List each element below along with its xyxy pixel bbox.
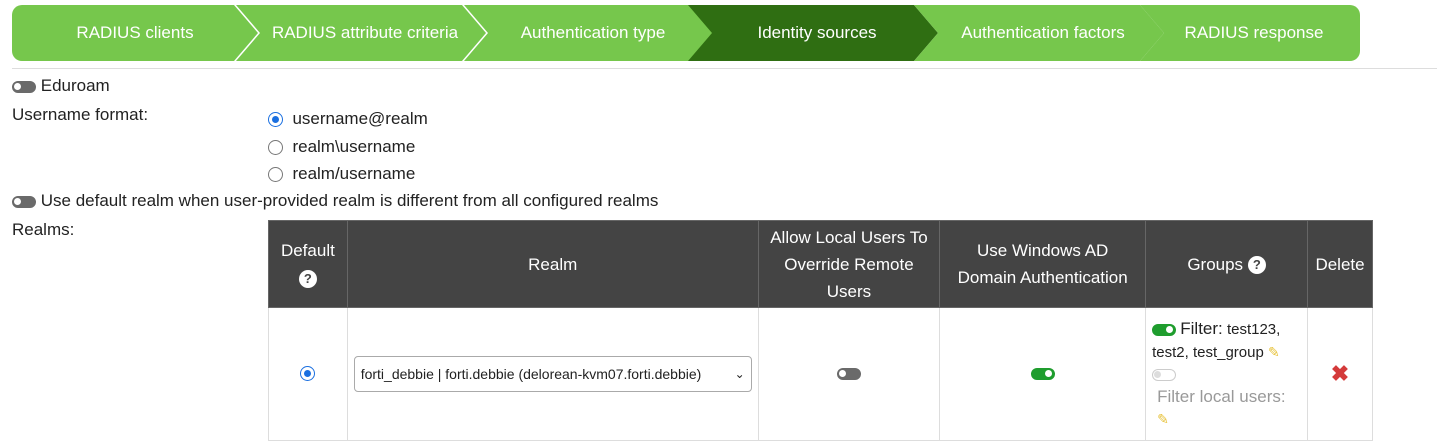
cell-groups: Filter: test123, test2, test_group ✎ Fil…	[1145, 307, 1309, 441]
pencil-icon[interactable]: ✎	[1268, 344, 1280, 360]
wizard-step-label: RADIUS attribute criteria	[271, 23, 459, 42]
wizard-step-label: Authentication type	[520, 23, 666, 42]
allow-local-override-toggle[interactable]	[836, 367, 861, 380]
chevron-down-icon: ⌄	[734, 367, 745, 381]
groups-filter-line: test2, test_group ✎	[1152, 341, 1306, 364]
wizard-step-label: Identity sources	[757, 23, 877, 42]
username-format-option[interactable]: realm\username	[268, 133, 428, 161]
radio-button[interactable]	[268, 139, 283, 155]
default-realm-radio[interactable]	[300, 366, 316, 382]
wizard-step-authentication-factors[interactable]: Authentication factors	[914, 5, 1164, 61]
wizard-step-radius-response[interactable]: RADIUS response	[1140, 5, 1360, 61]
username-format-option[interactable]: username@realm	[268, 105, 428, 133]
eduroam-toggle[interactable]	[12, 80, 36, 93]
option-label: realm\username	[292, 136, 416, 156]
header-label: Delete	[1315, 254, 1365, 274]
header-label: Groups	[1187, 254, 1244, 274]
header-realm: Realm	[346, 220, 759, 308]
header-label: Allow Local Users To	[770, 227, 928, 247]
question-circle-icon[interactable]: ?	[298, 269, 317, 288]
wizard-step-label: RADIUS clients	[76, 23, 194, 42]
radio-button[interactable]	[268, 167, 283, 183]
question-circle-icon[interactable]: ?	[1247, 256, 1266, 275]
cell-delete: ✖	[1307, 307, 1373, 441]
cell-default	[268, 307, 348, 441]
groups-filter-value: test123,	[1226, 320, 1281, 338]
header-label: Realm	[528, 254, 578, 274]
eduroam-label: Eduroam	[40, 76, 110, 95]
wizard-step-radius-clients[interactable]: RADIUS clients	[12, 5, 258, 61]
delete-x-icon[interactable]: ✖	[1331, 361, 1349, 386]
table-header-row: Default ? Realm Allow Local Users To Ove…	[268, 220, 1373, 308]
wizard-step-label: Authentication factors	[961, 23, 1125, 42]
realms-label: Realms:	[12, 220, 75, 239]
header-label: Default	[280, 241, 335, 260]
groups-filter-value: test2, test_group	[1152, 343, 1264, 361]
cell-realm: forti_debbie | forti.debbie (delorean-kv…	[346, 307, 759, 441]
realms-table: Default ? Realm Allow Local Users To Ove…	[268, 220, 1373, 441]
pencil-icon[interactable]: ✎	[1157, 411, 1169, 427]
wizard-steps: RADIUS clients RADIUS attribute criteria…	[12, 5, 1437, 69]
username-format-options: username@realm realm\username realm/user…	[268, 105, 428, 188]
filter-local-users-toggle-row	[1152, 364, 1306, 386]
groups-filter-label: Filter:	[1180, 318, 1223, 338]
use-windows-ad-toggle[interactable]	[1030, 367, 1055, 380]
header-use-windows-ad: Use Windows AD Domain Authentication	[939, 220, 1147, 308]
default-realm-toggle[interactable]	[12, 195, 36, 208]
groups-filter: Filter: test123,	[1152, 318, 1306, 341]
realm-select[interactable]: forti_debbie | forti.debbie (delorean-kv…	[353, 356, 752, 392]
header-label: Users	[826, 281, 872, 301]
filter-local-users-label: Filter local users:	[1157, 386, 1286, 406]
realm-select-value: forti_debbie | forti.debbie (delorean-kv…	[360, 366, 702, 382]
option-label: realm/username	[292, 164, 416, 183]
radio-button[interactable]	[268, 112, 283, 128]
table-row: forti_debbie | forti.debbie (delorean-kv…	[268, 307, 1373, 441]
wizard-step-radius-attribute-criteria[interactable]: RADIUS attribute criteria	[236, 5, 486, 61]
filter-local-users-toggle[interactable]	[1152, 368, 1177, 381]
header-label: Override Remote	[784, 254, 914, 274]
default-realm-row: Use default realm when user-provided rea…	[12, 191, 658, 211]
header-groups: Groups ?	[1145, 220, 1309, 308]
header-default: Default ?	[268, 220, 348, 308]
wizard-step-identity-sources[interactable]: Identity sources	[688, 5, 938, 61]
header-delete: Delete	[1307, 220, 1373, 308]
cell-use-windows-ad	[939, 307, 1147, 441]
header-label: Domain Authentication	[957, 268, 1128, 287]
option-label: username@realm	[292, 109, 428, 128]
eduroam-row: Eduroam	[12, 76, 110, 96]
wizard-step-label: RADIUS response	[1184, 23, 1324, 42]
groups-filter-toggle[interactable]	[1152, 323, 1177, 336]
divider	[12, 68, 1437, 69]
wizard-step-authentication-type[interactable]: Authentication type	[464, 5, 714, 61]
header-label: Use Windows AD	[977, 241, 1109, 260]
username-format-option[interactable]: realm/username	[268, 160, 428, 188]
default-realm-label: Use default realm when user-provided rea…	[40, 191, 659, 210]
header-allow-local: Allow Local Users To Override Remote Use…	[757, 220, 941, 308]
username-format-label: Username format:	[12, 105, 149, 124]
cell-allow-local	[757, 307, 941, 441]
